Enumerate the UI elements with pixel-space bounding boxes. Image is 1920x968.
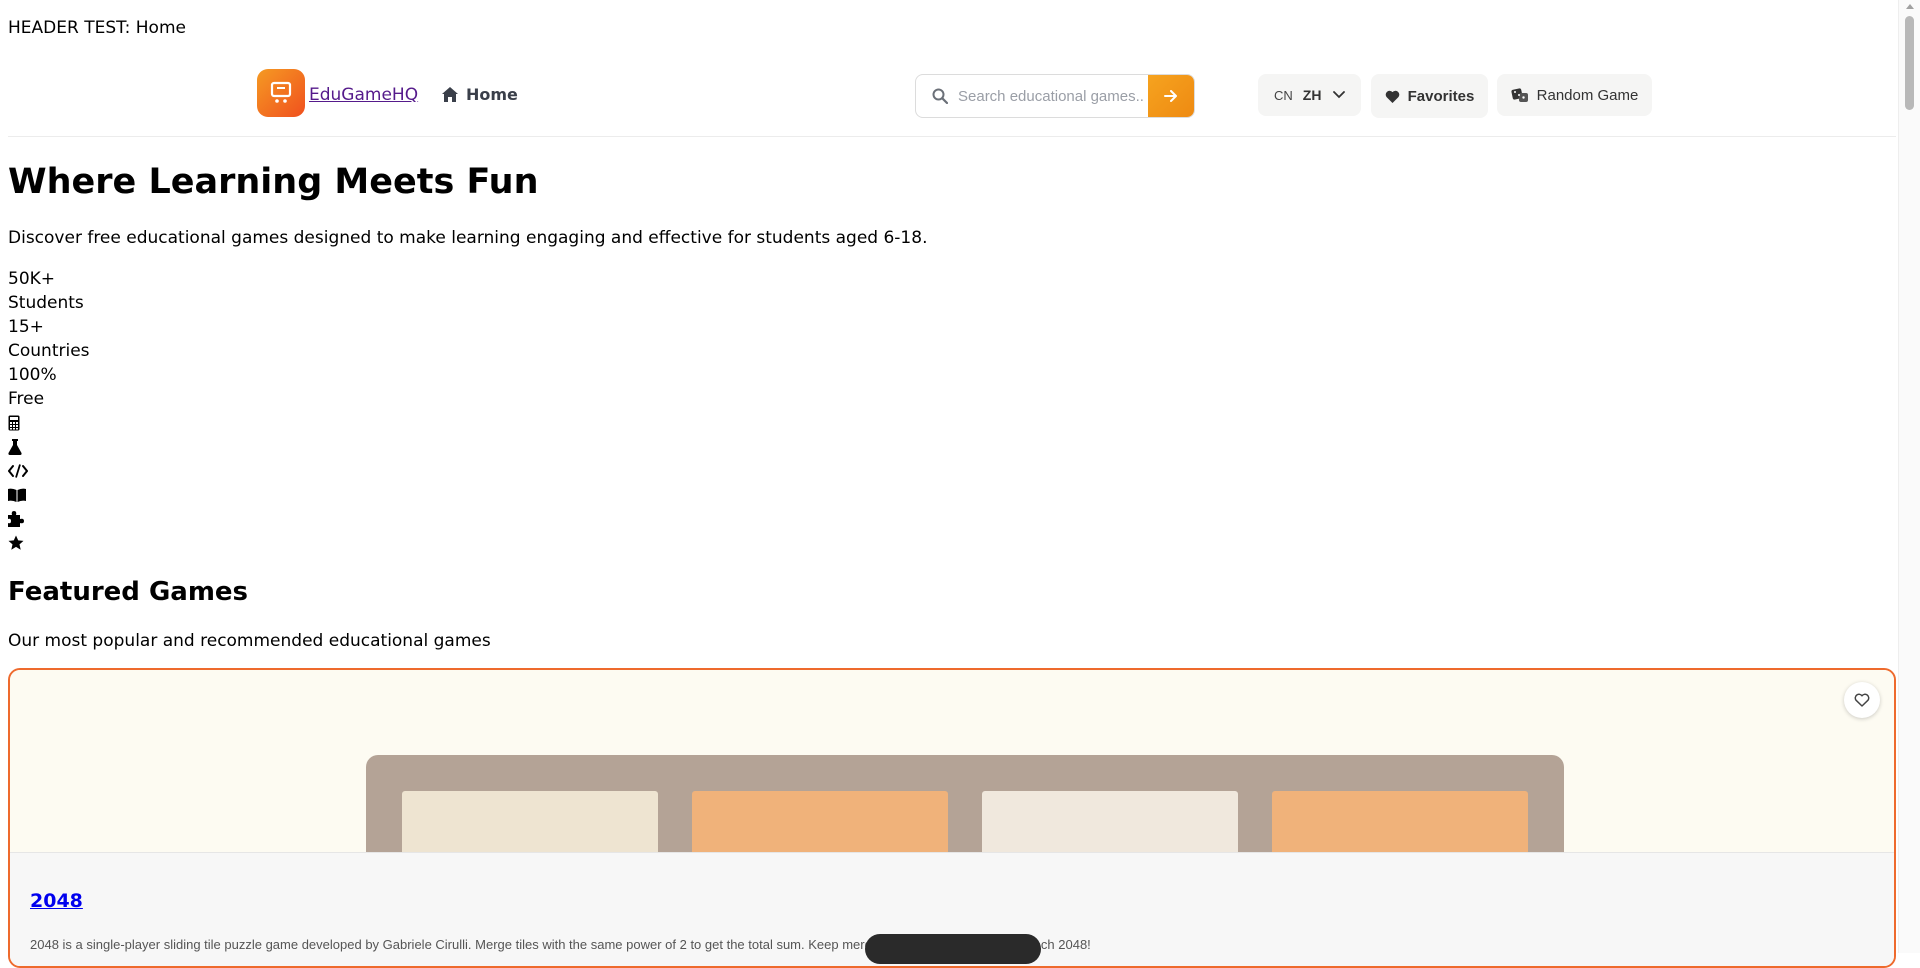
vertical-scrollbar[interactable]	[1898, 0, 1920, 953]
random-game-button[interactable]: Random Game	[1497, 74, 1652, 116]
home-icon	[442, 87, 458, 102]
chevron-down-icon	[1333, 91, 1346, 99]
logo-link[interactable]: EduGameHQ	[309, 85, 418, 105]
flask-icon[interactable]	[8, 435, 28, 459]
favorite-toggle-button[interactable]	[1844, 682, 1880, 718]
page: HEADER TEST: Home EduGameHQ Home Search …	[0, 0, 1898, 968]
language-label: ZH	[1302, 87, 1322, 103]
game-card[interactable]: 2048 2048 is a single-player sliding til…	[8, 668, 1896, 968]
arrow-right-icon	[1164, 90, 1177, 102]
calculator-icon[interactable]	[8, 411, 28, 435]
scroll-up-arrow-icon[interactable]	[1906, 4, 1914, 9]
dice-icon	[1511, 87, 1528, 102]
random-game-label: Random Game	[1536, 86, 1639, 104]
category-icons	[8, 411, 28, 555]
search-box	[915, 74, 1195, 118]
game-title-link[interactable]: 2048	[30, 890, 83, 912]
star-icon[interactable]	[8, 531, 28, 555]
scrollbar-thumb[interactable]	[1905, 16, 1914, 110]
navbar: EduGameHQ Home CN ZH	[8, 63, 1896, 137]
search-input[interactable]	[956, 75, 1146, 117]
featured-title: Featured Games	[8, 577, 249, 607]
hero-subtitle: Discover free educational games designed…	[8, 228, 928, 248]
stat-label: Countries	[8, 341, 90, 361]
code-icon[interactable]	[8, 459, 28, 483]
header-test-text: HEADER TEST: Home	[8, 18, 186, 38]
favorites-button[interactable]: Favorites	[1371, 74, 1488, 118]
stat-value: 100%	[8, 365, 57, 385]
heart-icon	[1385, 90, 1399, 103]
language-code: CN	[1274, 87, 1293, 103]
puzzle-icon[interactable]	[8, 507, 28, 531]
stat-value: 50K+	[8, 269, 56, 289]
nav-home-link[interactable]: Home	[442, 85, 518, 104]
game-thumbnail	[10, 670, 1894, 911]
floating-toolbar[interactable]	[865, 934, 1041, 964]
stat-value: 15+	[8, 317, 44, 337]
heart-outline-icon	[1854, 693, 1870, 707]
stat-label: Free	[8, 389, 45, 409]
search-button[interactable]	[1148, 75, 1194, 117]
hero-title: Where Learning Meets Fun	[8, 162, 539, 202]
nav-home-label: Home	[466, 85, 518, 104]
stat-label: Students	[8, 293, 84, 313]
stats-list: 50K+ Students 15+ Countries 100% Free	[8, 267, 90, 411]
language-selector[interactable]: CN ZH	[1258, 74, 1361, 116]
search-icon	[932, 88, 948, 104]
book-icon[interactable]	[8, 483, 28, 507]
featured-subtitle: Our most popular and recommended educati…	[8, 631, 491, 651]
logo-icon[interactable]	[257, 69, 305, 117]
favorites-label: Favorites	[1407, 87, 1475, 105]
